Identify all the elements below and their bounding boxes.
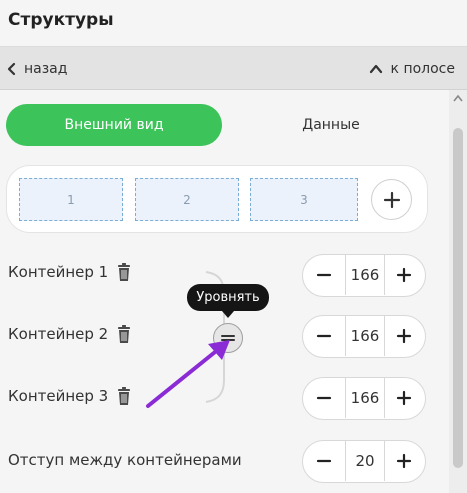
spacing-value[interactable]: 20 <box>345 441 385 481</box>
trash-icon[interactable] <box>116 324 132 344</box>
width-value[interactable]: 166 <box>345 378 385 418</box>
page-title: Структуры <box>8 10 114 30</box>
decrement-button[interactable] <box>303 441 345 481</box>
minus-icon <box>316 396 332 400</box>
width-value[interactable]: 166 <box>345 316 385 356</box>
container-label: Контейнер 1 <box>8 263 109 281</box>
layout-slot[interactable]: 1 <box>19 178 123 221</box>
equalize-button[interactable] <box>213 323 243 353</box>
container-label: Контейнер 3 <box>8 387 109 405</box>
plus-icon <box>383 191 400 208</box>
layout-slot[interactable]: 2 <box>135 178 239 221</box>
decrement-button[interactable] <box>303 378 345 418</box>
title-bar: Структуры <box>0 0 467 46</box>
container-row: Контейнер 1 <box>8 262 132 282</box>
minus-icon <box>316 459 332 463</box>
to-row-label: к полосе <box>390 61 455 77</box>
spacing-stepper: 20 <box>302 440 426 483</box>
increment-button[interactable] <box>383 255 425 295</box>
minus-icon <box>316 273 332 277</box>
tooltip-arrow <box>222 311 234 318</box>
to-row-button[interactable]: к полосе <box>369 59 455 79</box>
equals-icon <box>221 335 235 341</box>
equalize-tooltip: Уровнять <box>187 284 269 311</box>
increment-button[interactable] <box>383 378 425 418</box>
width-value[interactable]: 166 <box>345 255 385 295</box>
nav-bar: назад к полосе <box>0 46 467 90</box>
container-label: Контейнер 2 <box>8 325 109 343</box>
back-label: назад <box>24 61 68 77</box>
chevron-left-icon <box>7 62 16 76</box>
tab-appearance[interactable]: Внешний вид <box>6 104 222 146</box>
scrollbar[interactable] <box>449 90 467 493</box>
chevron-up-icon <box>369 64 382 74</box>
layout-slot[interactable]: 3 <box>250 178 358 221</box>
view-tabs: Внешний вид Данные <box>6 104 440 146</box>
decrement-button[interactable] <box>303 316 345 356</box>
increment-button[interactable] <box>383 316 425 356</box>
container-width-stepper: 166 <box>302 377 426 420</box>
trash-icon[interactable] <box>116 386 132 406</box>
plus-icon <box>396 267 412 283</box>
container-width-stepper: 166 <box>302 315 426 358</box>
plus-icon <box>396 453 412 469</box>
spacing-label: Отступ между контейнерами <box>8 451 242 469</box>
container-row: Контейнер 2 <box>8 324 132 344</box>
layout-preview: 1 2 3 <box>6 165 428 233</box>
plus-icon <box>396 390 412 406</box>
scroll-thumb[interactable] <box>453 128 463 468</box>
increment-button[interactable] <box>383 441 425 481</box>
spacing-row: Отступ между контейнерами <box>8 451 242 469</box>
container-row: Контейнер 3 <box>8 386 132 406</box>
back-button[interactable]: назад <box>6 59 67 79</box>
minus-icon <box>316 334 332 338</box>
container-width-stepper: 166 <box>302 254 426 297</box>
add-container-button[interactable] <box>371 179 412 220</box>
tab-data[interactable]: Данные <box>222 104 440 146</box>
scroll-up-icon[interactable] <box>453 94 463 102</box>
decrement-button[interactable] <box>303 255 345 295</box>
plus-icon <box>396 328 412 344</box>
trash-icon[interactable] <box>116 262 132 282</box>
